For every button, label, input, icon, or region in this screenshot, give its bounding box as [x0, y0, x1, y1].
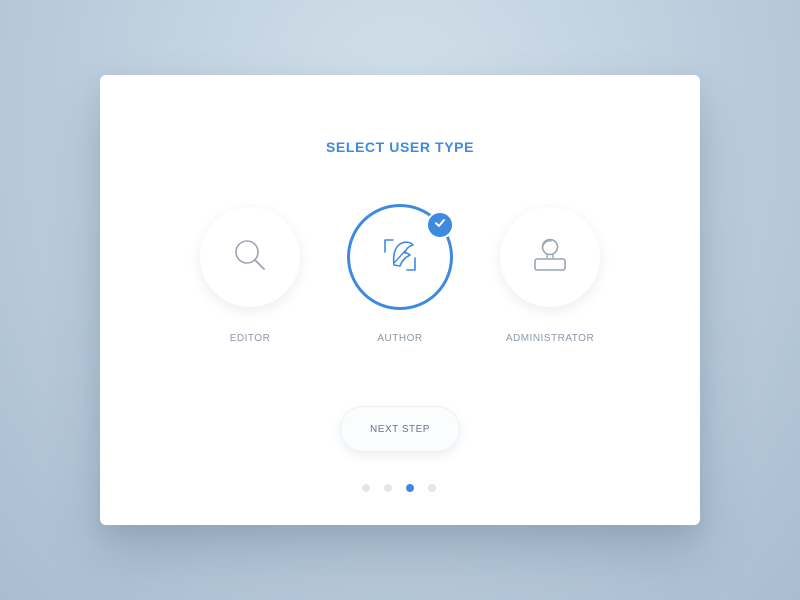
author-circle[interactable] — [347, 204, 454, 310]
pagination-dot[interactable] — [362, 484, 370, 492]
pagination-dot[interactable] — [428, 484, 436, 492]
option-author[interactable]: AUTHOR — [330, 204, 470, 344]
next-step-button[interactable]: NEXT STEP — [340, 406, 460, 452]
option-label-author: AUTHOR — [377, 333, 423, 344]
option-editor[interactable]: EDITOR — [180, 207, 320, 344]
option-label-editor: EDITOR — [229, 333, 271, 344]
administrator-circle[interactable] — [500, 207, 600, 307]
selected-check-badge — [426, 211, 454, 239]
magnifier-icon — [230, 235, 270, 280]
user-icon — [530, 235, 570, 280]
option-label-administrator: ADMINISTRATOR — [505, 333, 595, 344]
pagination-dot-active[interactable] — [406, 484, 414, 492]
quill-icon — [380, 235, 420, 280]
checkmark-icon — [433, 216, 447, 235]
dialog-title: SELECT USER TYPE — [325, 139, 475, 155]
pagination-dots — [362, 484, 436, 492]
pagination-dot[interactable] — [384, 484, 392, 492]
option-administrator[interactable]: ADMINISTRATOR — [480, 207, 620, 344]
editor-circle[interactable] — [200, 207, 300, 307]
user-type-dialog: SELECT USER TYPE EDITOR AUTHOR ADMINISTR… — [100, 75, 700, 525]
